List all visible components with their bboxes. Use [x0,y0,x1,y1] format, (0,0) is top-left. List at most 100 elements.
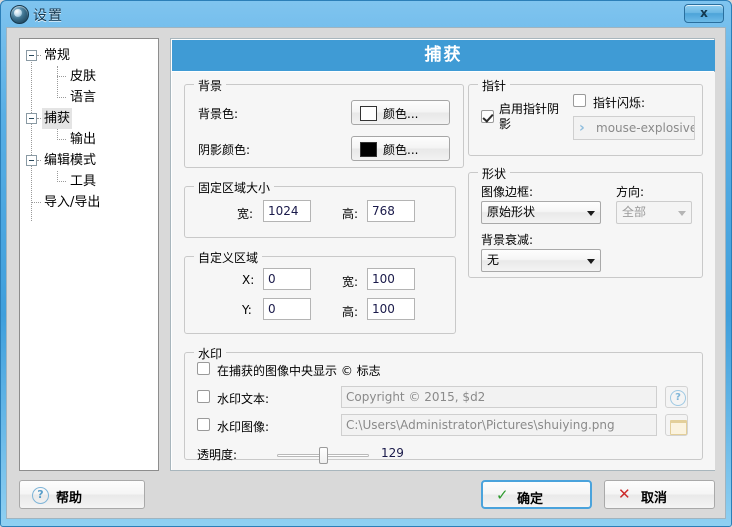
chevron-down-icon [587,258,595,264]
ok-button-label: 确定 [517,492,544,507]
folder-icon [670,420,687,435]
custom-y-label: Y: [242,303,252,317]
fixed-area-group: 固定区域大小 宽: 1024 高: 768 [184,179,456,238]
sidebar-item-language[interactable]: 语言 [24,87,154,108]
custom-height-label: 高: [342,305,359,319]
shadow-color-swatch [360,142,377,157]
watermark-center-logo-label: 在捕获的图像中央显示 © 标志 [217,364,381,378]
title-bar: 设置 x [1,1,732,27]
watermark-group: 水印 在捕获的图像中央显示 © 标志 水印文本: Copyright © 201… [184,345,703,464]
sidebar-item-label: 工具 [70,174,97,189]
watermark-text-label: 水印文本: [217,392,270,406]
direction-label: 方向: [616,185,645,199]
watermark-image-input[interactable]: C:\Users\Administrator\Pictures\shuiying… [341,414,657,436]
fixed-width-input[interactable]: 1024 [263,200,311,222]
background-color-label: 背景色: [198,107,239,121]
pointer-shadow-label: 启用指针阴影 [499,102,560,131]
background-group: 背景 背景色: 颜色... 阴影颜色: 颜色... [184,77,464,168]
watermark-opacity-slider-thumb[interactable] [319,447,328,464]
fixed-height-input[interactable]: 768 [367,200,415,222]
watermark-image-browse-button[interactable] [665,414,688,436]
close-button[interactable]: x [684,4,724,23]
ok-button[interactable]: ✓ 确定 [481,480,592,509]
close-x-icon: ✕ [618,485,631,503]
question-mark-icon: ? [32,487,49,504]
pane-body: 背景 背景色: 颜色... 阴影颜色: 颜色... 固定区域大小 宽: 1024… [172,72,715,470]
watermark-center-logo-checkbox[interactable] [197,362,210,375]
pointer-group: 指针 启用指针阴影 指针闪烁: mouse-explosive.png › [468,77,703,156]
window-title: 设置 [33,8,63,24]
shape-group: 形状 图像边框: 原始形状 方向: 全部 背景衰减: 无 [468,165,703,278]
tree-toggle-edit-mode[interactable] [26,155,37,166]
settings-window: 设置 x 常规 皮肤 语言 捕获 输出 编辑模式 工具 导入/导出 捕获 背景 … [0,0,732,527]
custom-x-label: X: [242,273,255,287]
sidebar-item-label: 皮肤 [70,69,97,84]
sidebar-item-tools[interactable]: 工具 [24,171,154,192]
help-button-label: 帮助 [56,491,83,506]
pointer-blink-label: 指针闪烁: [593,96,646,110]
custom-area-group-title: 自定义区域 [194,249,263,266]
sidebar-item-label: 输出 [70,132,97,147]
sidebar-item-label: 导入/导出 [44,195,101,210]
custom-x-input[interactable]: 0 [263,268,311,290]
watermark-image-checkbox[interactable] [197,418,210,431]
chevron-right-icon: › [579,120,585,136]
watermark-text-checkbox[interactable] [197,390,210,403]
tree-toggle-capture[interactable] [26,113,37,124]
pointer-shadow-checkbox[interactable] [481,110,494,123]
direction-select[interactable]: 全部 [616,201,692,224]
sidebar-item-output[interactable]: 输出 [24,129,154,150]
help-button[interactable]: ? 帮助 [19,480,145,509]
background-color-swatch [360,106,377,121]
custom-height-input[interactable]: 100 [367,298,415,320]
background-fade-label: 背景衰减: [481,233,534,247]
fixed-area-group-title: 固定区域大小 [194,179,275,196]
image-border-label: 图像边框: [481,185,534,199]
sidebar-item-import-export[interactable]: 导入/导出 [24,192,154,213]
background-fade-value: 无 [487,253,500,267]
client-area: 常规 皮肤 语言 捕获 输出 编辑模式 工具 导入/导出 捕获 背景 背景色: … [6,27,726,519]
sidebar-item-label: 语言 [70,90,97,105]
custom-y-input[interactable]: 0 [263,298,311,320]
sidebar-item-general[interactable]: 常规 [24,45,154,66]
background-group-title: 背景 [194,77,227,94]
sidebar-item-label: 常规 [44,48,71,63]
watermark-opacity-value: 129 [381,446,404,460]
shadow-color-label: 阴影颜色: [198,143,251,157]
background-color-button[interactable]: 颜色... [351,100,450,125]
cancel-button[interactable]: ✕ 取消 [604,480,715,509]
background-fade-select[interactable]: 无 [481,249,601,272]
watermark-opacity-label: 透明度: [197,448,238,462]
pointer-blink-file-input[interactable]: mouse-explosive.png [573,116,695,140]
sidebar-item-label: 捕获 [42,108,73,129]
shadow-color-button[interactable]: 颜色... [351,136,450,161]
sidebar-item-capture[interactable]: 捕获 [24,108,154,129]
sidebar-item-edit-mode[interactable]: 编辑模式 [24,150,154,171]
chevron-down-icon [678,210,686,216]
sidebar-item-skin[interactable]: 皮肤 [24,66,154,87]
watermark-image-label: 水印图像: [217,420,270,434]
watermark-text-input[interactable]: Copyright © 2015, $d2 [341,386,657,408]
app-camera-icon [10,5,29,24]
cancel-button-label: 取消 [641,491,668,506]
chevron-down-icon [587,210,595,216]
custom-area-group: 自定义区域 X: 0 宽: 100 Y: 0 高: 100 [184,249,456,334]
settings-tree-panel: 常规 皮肤 语言 捕获 输出 编辑模式 工具 导入/导出 [19,38,159,471]
watermark-group-title: 水印 [194,345,227,362]
pane-title: 捕获 [172,40,715,71]
watermark-text-help-button[interactable]: ? [665,386,688,408]
question-mark-icon: ? [670,390,686,406]
tree-toggle-general[interactable] [26,50,37,61]
shadow-color-button-label: 颜色... [383,143,419,157]
fixed-width-label: 宽: [237,207,254,221]
custom-width-input[interactable]: 100 [367,268,415,290]
image-border-select[interactable]: 原始形状 [481,201,601,224]
background-color-button-label: 颜色... [383,107,419,121]
check-icon: ✓ [496,486,509,504]
settings-tree: 常规 皮肤 语言 捕获 输出 编辑模式 工具 导入/导出 [24,45,154,221]
shape-group-title: 形状 [478,165,511,182]
settings-pane: 捕获 背景 背景色: 颜色... 阴影颜色: 颜色... 固定区域大小 宽: 1… [170,38,715,471]
custom-width-label: 宽: [342,275,359,289]
pointer-group-title: 指针 [478,77,511,94]
pointer-blink-checkbox[interactable] [573,94,586,107]
